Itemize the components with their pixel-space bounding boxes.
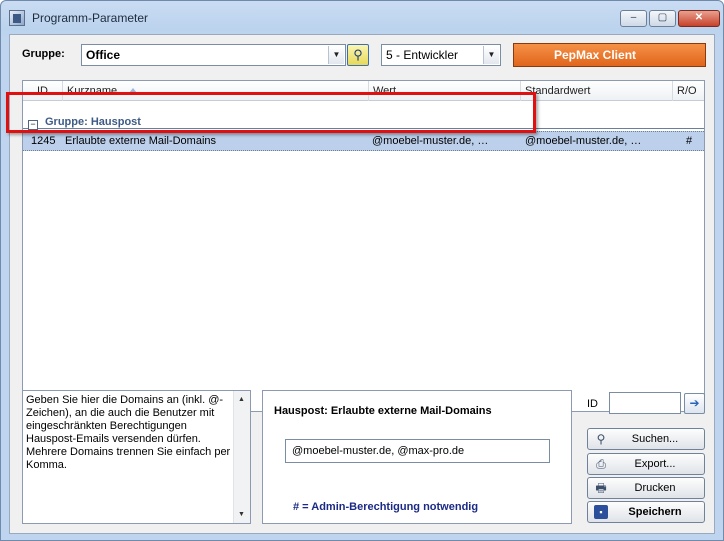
highlight-frame: [6, 92, 536, 133]
id-input[interactable]: [609, 392, 681, 414]
column-header-standardwert[interactable]: Standardwert: [521, 81, 673, 101]
cell-wert: @moebel-muster.de, @max-pro.de: [372, 135, 495, 147]
detail-value-input[interactable]: @moebel-muster.de, @max-pro.de: [285, 439, 550, 463]
drucken-button[interactable]: 🖶 Drucken: [587, 477, 705, 499]
search-icon: ⚲: [596, 432, 606, 446]
cell-standardwert: @moebel-muster.de, @max-pro.de: [525, 135, 648, 147]
gruppe-select[interactable]: Office ▼: [81, 44, 346, 66]
detail-title: Hauspost: Erlaubte externe Mail-Domains: [274, 405, 492, 417]
cell-kurzname: Erlaubte externe Mail-Domains: [65, 135, 217, 147]
pepmax-client-button[interactable]: PepMax Client: [513, 43, 706, 67]
description-scrollbar[interactable]: ▲ ▼: [233, 391, 250, 523]
filter-info-button[interactable]: ⚲: [347, 44, 369, 66]
minimize-button[interactable]: –: [620, 10, 647, 27]
gruppe-label: Gruppe:: [22, 48, 65, 60]
suchen-label: Suchen...: [631, 433, 679, 445]
program-parameter-window: Programm-Parameter – ▢ ✕ Gruppe: Office …: [0, 0, 724, 541]
app-icon: [9, 10, 25, 26]
admin-note: # = Admin-Berechtigung notwendig: [293, 501, 479, 513]
chevron-down-icon[interactable]: ▼: [328, 46, 344, 64]
export-label: Export...: [634, 458, 676, 470]
filter-icon: ⚲: [353, 47, 363, 62]
title-bar[interactable]: Programm-Parameter – ▢ ✕: [1, 1, 723, 33]
description-box[interactable]: Geben Sie hier die Domains an (inkl. @-Z…: [22, 390, 251, 524]
speichern-label: Speichern: [628, 506, 682, 518]
level-select-value: 5 - Entwickler: [386, 48, 459, 62]
go-button[interactable]: ➔: [684, 393, 705, 414]
printer-icon: 🖶: [595, 481, 607, 495]
speichern-button[interactable]: ▪ Speichern: [587, 501, 705, 523]
description-text: Geben Sie hier die Domains an (inkl. @-Z…: [26, 394, 231, 471]
close-button[interactable]: ✕: [678, 10, 720, 27]
column-header-ro[interactable]: R/O: [673, 81, 704, 101]
scroll-up-icon[interactable]: ▲: [238, 396, 245, 403]
chevron-down-icon[interactable]: ▼: [483, 46, 499, 64]
gruppe-select-value: Office: [86, 48, 121, 62]
cell-id: 1245: [31, 135, 56, 147]
cell-ro: #: [686, 135, 693, 147]
level-select[interactable]: 5 - Entwickler ▼: [381, 44, 501, 66]
suchen-button[interactable]: ⚲ Suchen...: [587, 428, 705, 450]
table-row[interactable]: 1245 Erlaubte externe Mail-Domains @moeb…: [23, 131, 704, 151]
detail-panel: Hauspost: Erlaubte externe Mail-Domains …: [262, 390, 572, 524]
id-label: ID: [587, 398, 598, 410]
maximize-button[interactable]: ▢: [649, 10, 676, 27]
arrow-right-icon: ➔: [689, 396, 700, 410]
window-title: Programm-Parameter: [32, 11, 149, 25]
scroll-down-icon[interactable]: ▼: [238, 511, 245, 518]
save-icon: ▪: [594, 505, 608, 519]
export-icon: ⎙: [596, 457, 606, 471]
drucken-label: Drucken: [634, 482, 676, 494]
export-button[interactable]: ⎙ Export...: [587, 453, 705, 475]
